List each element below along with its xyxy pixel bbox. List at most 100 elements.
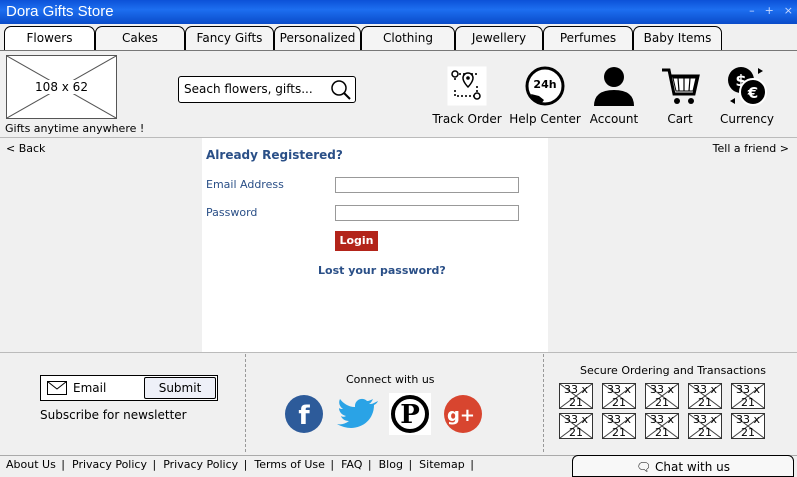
security-badge: 33 x 21 [645, 383, 679, 409]
footer-link-privacy[interactable]: Privacy Policy [163, 458, 238, 471]
track-order-label: Track Order [432, 112, 502, 126]
help-center-label: Help Center [509, 112, 581, 126]
connect-title: Connect with us [346, 373, 435, 386]
tab-flowers[interactable]: Flowers [4, 26, 95, 50]
security-badge: 33 x 21 [559, 383, 593, 409]
tab-personalized[interactable]: Personalized [274, 26, 361, 50]
help-center-button[interactable]: 24h Help Center [505, 64, 585, 126]
newsletter-form: Email Submit [40, 375, 218, 401]
section-divider [245, 354, 246, 452]
currency-exchange-icon: $ € [728, 67, 767, 106]
tab-baby-items[interactable]: Baby Items [633, 26, 722, 50]
section-divider [543, 354, 544, 452]
password-label: Password [206, 206, 258, 219]
search-icon[interactable] [330, 79, 352, 101]
chat-button[interactable]: 🗨 Chat with us [572, 455, 794, 477]
badge-size-label: 33 x [606, 383, 631, 396]
pinterest-icon[interactable]: P [389, 393, 431, 435]
secure-title: Secure Ordering and Transactions [580, 364, 766, 377]
lost-password-link[interactable]: Lost your password? [318, 264, 446, 277]
window-title: Dora Gifts Store [6, 3, 114, 20]
svg-text:g+: g+ [447, 405, 475, 426]
newsletter-submit-button[interactable]: Submit [144, 377, 216, 399]
footer-link-about[interactable]: About Us [6, 458, 56, 471]
badge-size-label: 21 [698, 396, 712, 409]
tab-cakes[interactable]: Cakes [95, 26, 185, 50]
mail-icon [47, 381, 67, 395]
footer-link-privacy[interactable]: Privacy Policy [72, 458, 147, 471]
badge-size-label: 21 [741, 396, 755, 409]
footer-link-faq[interactable]: FAQ [341, 458, 362, 471]
security-badge: 33 x 21 [602, 383, 636, 409]
track-order-icon [447, 66, 487, 106]
badge-size-label: 21 [655, 396, 669, 409]
window-controls: – + × [749, 4, 793, 17]
login-panel: Already Registered? Email Address Passwo… [202, 138, 548, 352]
login-heading: Already Registered? [206, 148, 343, 162]
email-label: Email Address [206, 178, 284, 191]
svg-text:f: f [298, 401, 310, 431]
tab-perfumes[interactable]: Perfumes [543, 26, 633, 50]
security-badge: 33 x 21 [688, 413, 722, 439]
chat-bubble-icon: 🗨 [635, 460, 652, 474]
track-order-button[interactable]: Track Order [427, 64, 507, 126]
facebook-icon[interactable]: f [283, 393, 325, 435]
minimize-icon[interactable]: – [749, 4, 755, 17]
badge-size-label: 21 [612, 396, 626, 409]
footer-link-sitemap[interactable]: Sitemap [419, 458, 465, 471]
back-link[interactable]: < Back [6, 142, 45, 155]
login-button[interactable]: Login [335, 231, 378, 251]
svg-text:P: P [400, 400, 420, 430]
badge-size-label: 33 x [735, 383, 760, 396]
newsletter-email-input[interactable]: Email [73, 381, 106, 395]
security-badge: 33 x 21 [731, 383, 765, 409]
logo-placeholder[interactable]: 108 x 62 [6, 55, 117, 119]
badge-size-label: 21 [698, 426, 712, 439]
footer-link-terms[interactable]: Terms of Use [254, 458, 325, 471]
badge-size-label: 21 [741, 426, 755, 439]
svg-text:24h: 24h [533, 78, 556, 91]
security-badge: 33 x 21 [559, 413, 593, 439]
search-placeholder: Seach flowers, gifts... [184, 82, 313, 96]
tab-clothing[interactable]: Clothing [361, 26, 455, 50]
badge-size-label: 33 x [606, 413, 631, 426]
badge-size-label: 33 x [563, 413, 588, 426]
tab-fancy-gifts[interactable]: Fancy Gifts [185, 26, 274, 50]
footer-top-divider [0, 352, 797, 353]
tagline: Gifts anytime anywhere ! [5, 122, 145, 135]
chat-label: Chat with us [655, 460, 731, 474]
24h-support-icon: 24h [525, 66, 565, 106]
currency-button[interactable]: $ € Currency [707, 64, 787, 126]
security-badge: 33 x 21 [602, 413, 636, 439]
newsletter-label: Subscribe for newsletter [40, 408, 187, 422]
badge-size-label: 21 [569, 426, 583, 439]
title-bar: Dora Gifts Store – + × [0, 0, 797, 24]
badge-size-label: 33 x [563, 383, 588, 396]
footer-links: About Us | Privacy Policy | Privacy Poli… [6, 458, 474, 471]
tab-divider [0, 50, 797, 51]
category-tabs: Flowers Cakes Fancy Gifts Personalized C… [4, 26, 797, 50]
tab-jewellery[interactable]: Jewellery [455, 26, 543, 50]
maximize-icon[interactable]: + [765, 4, 774, 17]
badge-size-label: 33 x [692, 383, 717, 396]
tell-a-friend-link[interactable]: Tell a friend > [713, 142, 789, 155]
logo-size-label: 108 x 62 [33, 80, 90, 94]
badge-size-label: 21 [569, 396, 583, 409]
shopping-cart-icon [662, 68, 700, 104]
email-field[interactable] [335, 177, 519, 193]
security-badge: 33 x 21 [645, 413, 679, 439]
badge-size-label: 33 x [692, 413, 717, 426]
twitter-icon[interactable] [336, 393, 378, 435]
password-field[interactable] [335, 205, 519, 221]
badge-size-label: 33 x [649, 413, 674, 426]
badge-size-label: 33 x [649, 383, 674, 396]
search-input[interactable]: Seach flowers, gifts... [178, 76, 356, 103]
google-plus-icon[interactable]: g+ [442, 393, 484, 435]
currency-label: Currency [719, 112, 775, 126]
footer-link-blog[interactable]: Blog [379, 458, 403, 471]
svg-text:€: € [747, 84, 758, 102]
security-badge: 33 x 21 [688, 383, 722, 409]
close-icon[interactable]: × [784, 4, 793, 17]
badge-size-label: 21 [655, 426, 669, 439]
badge-size-label: 21 [612, 426, 626, 439]
